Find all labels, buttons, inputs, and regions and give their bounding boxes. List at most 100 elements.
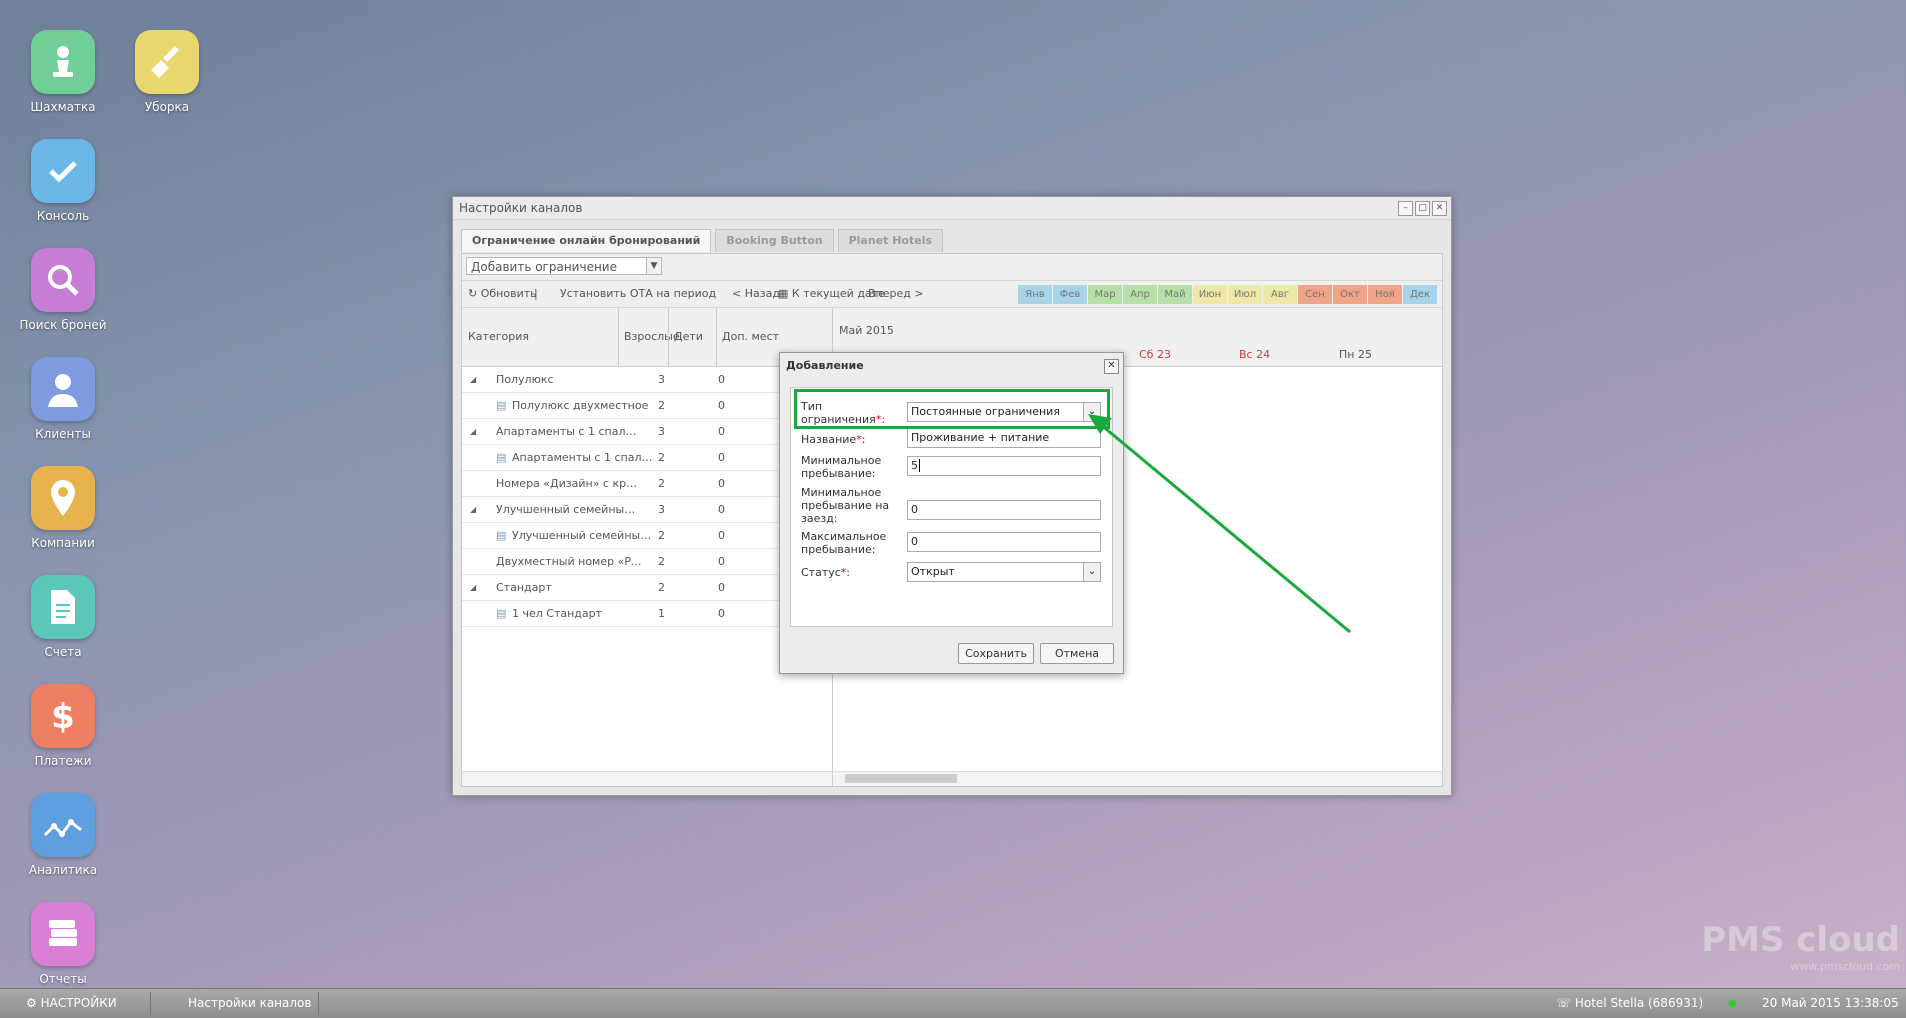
minimize-button[interactable]: –	[1398, 201, 1413, 216]
min-arrival-input[interactable]: 0	[907, 500, 1101, 520]
row-children: 0	[718, 425, 725, 438]
period-label: Май 2015	[839, 324, 894, 337]
month-8[interactable]: Сен	[1298, 285, 1332, 304]
chevron-down-icon[interactable]: ▼	[646, 258, 661, 274]
table-row[interactable]: ◢ Стандарт 2 0	[462, 575, 832, 601]
month-6[interactable]: Июл	[1228, 285, 1262, 304]
month-1[interactable]: Фев	[1053, 285, 1087, 304]
add-restriction-combo[interactable]: Добавить ограничение ▼	[466, 257, 662, 275]
close-button[interactable]: ✕	[1432, 201, 1447, 216]
desktop-icon-dollar[interactable]: $ Платежи	[8, 684, 118, 768]
row-adults: 3	[658, 373, 665, 386]
row-children: 0	[718, 477, 725, 490]
close-icon[interactable]: ✕	[1104, 359, 1119, 374]
table-row[interactable]: ▤ Полулюкс двухместное 2 0	[462, 393, 832, 419]
table-row[interactable]: ◢ Апартаменты с 1 спальней ... 3 0	[462, 419, 832, 445]
month-11[interactable]: Дек	[1403, 285, 1437, 304]
room-icon: ▤	[496, 399, 507, 412]
table-row[interactable]: ▤ 1 чел Стандарт 1 0	[462, 601, 832, 627]
scroll-thumb[interactable]	[845, 774, 957, 783]
maximize-button[interactable]: □	[1415, 201, 1430, 216]
tab-online-restrictions[interactable]: Ограничение онлайн бронирований	[461, 229, 712, 252]
row-adults: 2	[658, 477, 665, 490]
row-adults: 2	[658, 399, 665, 412]
row-children: 0	[718, 451, 725, 464]
col-category[interactable]: Категория	[468, 330, 529, 343]
tab-planet-hotels[interactable]: Planet Hotels	[837, 229, 944, 252]
calendar-scrollbar[interactable]	[833, 771, 1442, 786]
settings-button[interactable]: ⚙ НАСТРОЙКИ	[26, 989, 117, 1018]
expand-triangle-icon[interactable]: ◢	[470, 367, 476, 392]
desktop-icon-broom[interactable]: Уборка	[112, 30, 222, 114]
day-header: Вс 24	[1239, 348, 1271, 361]
desktop-icon-person[interactable]: Клиенты	[8, 357, 118, 441]
desktop-icon-document[interactable]: Счета	[8, 575, 118, 659]
grid-toolbar: ↻ Обновить | Установить ОТА на период < …	[462, 281, 1442, 308]
month-0[interactable]: Янв	[1018, 285, 1052, 304]
table-row[interactable]: ◢ Улучшенный семейный ном... 3 0	[462, 497, 832, 523]
dollar-icon[interactable]: $	[31, 684, 95, 748]
row-name: Апартаменты с 1 спальн...	[512, 451, 658, 464]
row-name: Стандарт	[496, 581, 552, 594]
month-7[interactable]: Авг	[1263, 285, 1297, 304]
map-pin-icon[interactable]	[31, 466, 95, 530]
row-name: Номера «Дизайн» с крова...	[496, 477, 642, 490]
magnifier-icon[interactable]	[31, 248, 95, 312]
books-icon[interactable]	[31, 902, 95, 966]
set-ota-button[interactable]: Установить ОТА на период	[560, 287, 716, 300]
hotel-label[interactable]: ☏ Hotel Stella (686931)	[1556, 989, 1703, 1018]
refresh-button[interactable]: ↻ Обновить	[468, 287, 537, 300]
table-row[interactable]: Номера «Дизайн» с крова... 2 0	[462, 471, 832, 497]
status-select[interactable]: Открыт ⌄	[907, 562, 1101, 582]
tab-booking-button[interactable]: Booking Button	[715, 229, 834, 252]
expand-triangle-icon[interactable]: ◢	[470, 497, 476, 522]
month-10[interactable]: Ноя	[1368, 285, 1402, 304]
table-row[interactable]: Двухместный номер «Passi... 2 0	[462, 549, 832, 575]
desktop-icon-checkmark[interactable]: Консоль	[8, 139, 118, 223]
forward-button[interactable]: Вперед >	[868, 287, 924, 300]
col-adults[interactable]: Взрослые	[624, 330, 680, 343]
desktop-icon-books[interactable]: Отчеты	[8, 902, 118, 986]
max-stay-input[interactable]: 0	[907, 532, 1101, 552]
taskbar-window-item[interactable]: Настройки каналов	[188, 989, 311, 1018]
row-children: 0	[718, 503, 725, 516]
datetime: 20 Май 2015 13:38:05	[1762, 996, 1899, 1010]
month-3[interactable]: Апр	[1123, 285, 1157, 304]
col-extra[interactable]: Доп. мест	[722, 330, 779, 343]
room-icon: ▤	[496, 607, 507, 620]
month-2[interactable]: Мар	[1088, 285, 1122, 304]
cancel-button[interactable]: Отмена	[1040, 643, 1114, 664]
toolbar-separator: |	[534, 287, 538, 300]
chevron-down-icon[interactable]: ⌄	[1083, 563, 1100, 581]
name-input[interactable]: Проживание + питание	[907, 428, 1101, 448]
save-button[interactable]: Сохранить	[958, 643, 1034, 664]
broom-icon[interactable]	[135, 30, 199, 94]
row-adults: 2	[658, 451, 665, 464]
table-row[interactable]: ▤ Апартаменты с 1 спальн... 2 0	[462, 445, 832, 471]
min-stay-input[interactable]: 5	[907, 456, 1101, 476]
expand-triangle-icon[interactable]: ◢	[470, 575, 476, 600]
window-title-bar[interactable]: Настройки каналов – □ ✕	[453, 197, 1451, 220]
document-icon[interactable]	[31, 575, 95, 639]
month-4[interactable]: Май	[1158, 285, 1192, 304]
chart-line-icon[interactable]	[31, 793, 95, 857]
desktop-icon-magnifier[interactable]: Поиск броней	[8, 248, 118, 332]
dialog-title-bar[interactable]: Добавление ✕	[780, 353, 1123, 379]
refresh-icon: ↻	[468, 287, 478, 300]
chess-pawn-icon[interactable]	[31, 30, 95, 94]
row-adults: 2	[658, 529, 665, 542]
left-scrollbar[interactable]	[462, 771, 832, 786]
table-row[interactable]: ◢ Полулюкс 3 0	[462, 367, 832, 393]
back-button[interactable]: < Назад	[732, 287, 780, 300]
table-row[interactable]: ▤ Улучшенный семейный ... 2 0	[462, 523, 832, 549]
person-icon[interactable]	[31, 357, 95, 421]
col-children[interactable]: Дети	[674, 330, 703, 343]
desktop-icon-chess-pawn[interactable]: Шахматка	[8, 30, 118, 114]
desktop-icon-map-pin[interactable]: Компании	[8, 466, 118, 550]
row-name: 1 чел Стандарт	[512, 607, 603, 620]
month-9[interactable]: Окт	[1333, 285, 1367, 304]
desktop-icon-chart-line[interactable]: Аналитика	[8, 793, 118, 877]
checkmark-icon[interactable]	[31, 139, 95, 203]
expand-triangle-icon[interactable]: ◢	[470, 419, 476, 444]
month-5[interactable]: Июн	[1193, 285, 1227, 304]
